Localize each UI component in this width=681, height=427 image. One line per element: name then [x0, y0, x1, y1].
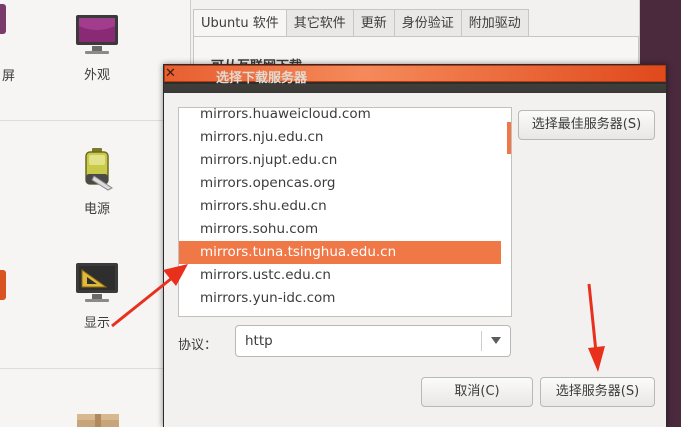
combo-divider: [481, 331, 482, 351]
settings-item-display[interactable]: 显示: [62, 260, 132, 331]
protocol-select[interactable]: http: [235, 325, 511, 357]
settings-item-appearance[interactable]: 外观: [62, 12, 132, 83]
tab-updates[interactable]: 更新: [353, 9, 395, 37]
software-tabs: Ubuntu 软件 其它软件 更新 身份验证 附加驱动: [193, 9, 529, 37]
cancel-button[interactable]: 取消(C): [421, 377, 533, 407]
server-row[interactable]: mirrors.nju.edu.cn: [179, 126, 501, 149]
partial-icon: [0, 270, 6, 300]
tab-additional-drivers[interactable]: 附加驱动: [461, 9, 529, 37]
battery-icon: [85, 148, 113, 191]
server-row[interactable]: mirrors.opencas.org: [179, 172, 501, 195]
server-row[interactable]: mirrors.sohu.com: [179, 218, 501, 241]
tab-other-software[interactable]: 其它软件: [286, 9, 354, 37]
choose-server-button[interactable]: 选择服务器(S): [540, 377, 655, 407]
scrollbar-indicator[interactable]: [507, 122, 511, 154]
server-row[interactable]: mirrors.njupt.edu.cn: [179, 149, 501, 172]
appearance-label: 外观: [83, 68, 110, 83]
server-row[interactable]: mirrors.ustc.edu.cn: [179, 264, 501, 287]
screen-item-label: 屏: [2, 69, 16, 84]
section-divider: [0, 368, 190, 369]
tab-authentication[interactable]: 身份验证: [394, 9, 462, 37]
tab-ubuntu-software[interactable]: Ubuntu 软件: [193, 9, 287, 37]
partial-icon: [0, 4, 6, 34]
protocol-value: http: [245, 333, 273, 349]
server-row[interactable]: mirrors.huaweicloud.com: [179, 108, 501, 126]
display-icon: [76, 263, 118, 302]
choose-server-dialog: ✕ 选择下载服务器 mirrors.huaweicloud.com mirror…: [163, 64, 667, 427]
server-list[interactable]: mirrors.huaweicloud.com mirrors.nju.edu.…: [178, 107, 512, 317]
server-row[interactable]: mirrors.shu.edu.cn: [179, 195, 501, 218]
section-divider: [0, 120, 190, 121]
server-row[interactable]: mirrors.yun-idc.com: [179, 287, 501, 310]
choose-best-server-button[interactable]: 选择最佳服务器(S): [518, 110, 655, 140]
settings-item-power[interactable]: 电源: [62, 146, 132, 217]
protocol-label: 协议：: [178, 338, 218, 353]
display-label: 显示: [83, 316, 110, 331]
appearance-icon: [76, 15, 118, 54]
chevron-down-icon[interactable]: [491, 337, 501, 344]
dialog-title: 选择下载服务器: [216, 71, 308, 86]
package-icon: [77, 414, 119, 427]
server-row-selected[interactable]: mirrors.tuna.tsinghua.edu.cn: [179, 241, 501, 264]
power-label: 电源: [83, 202, 110, 217]
dialog-titlebar[interactable]: ✕ 选择下载服务器: [164, 65, 666, 93]
